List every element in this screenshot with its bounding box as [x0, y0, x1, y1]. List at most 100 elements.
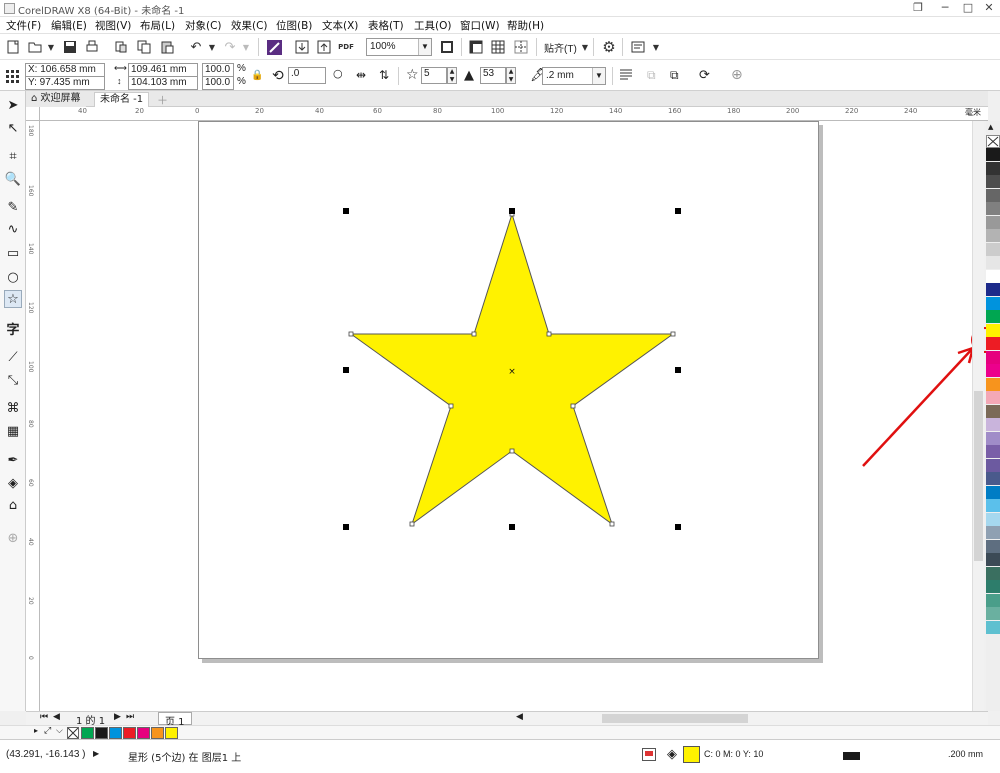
palette-swatch[interactable] [986, 526, 1000, 539]
palette-swatch[interactable] [986, 323, 1000, 337]
rotation-angle-field[interactable]: .0 [288, 67, 326, 84]
object-origin-icon[interactable] [5, 69, 19, 83]
menu-tools[interactable]: 工具(O) [414, 18, 451, 33]
freehand-tool-icon[interactable]: ✎ [4, 198, 22, 216]
width-field[interactable]: 109.461 mm [128, 63, 198, 77]
scrollbar-thumb[interactable] [974, 391, 983, 561]
document-palette-swatch[interactable] [81, 727, 94, 739]
text-wrap-icon[interactable] [619, 68, 633, 85]
palette-swatch[interactable] [986, 242, 1000, 256]
close-button[interactable]: ✕ [977, 0, 1000, 16]
palette-swatch[interactable] [986, 364, 1000, 377]
smart-fill-icon[interactable]: ⌂ [4, 496, 22, 514]
menu-object[interactable]: 对象(C) [185, 18, 222, 33]
combine-icon[interactable]: ⧉ [647, 68, 656, 83]
document-palette-swatch[interactable] [165, 727, 178, 739]
lock-ratio-icon[interactable]: 🔒 [251, 70, 263, 81]
shape-tool-icon[interactable]: ↖ [4, 119, 22, 137]
document-palette-swatch[interactable] [95, 727, 108, 739]
palette-swatch[interactable] [986, 391, 1000, 404]
palette-swatch[interactable] [986, 229, 1000, 242]
full-screen-icon[interactable] [439, 39, 455, 55]
open-folder-icon[interactable] [27, 39, 43, 55]
palette-swatch[interactable] [986, 485, 1000, 499]
selection-handle-top[interactable] [509, 208, 515, 214]
horizontal-scrollbar-thumb[interactable] [602, 714, 748, 723]
next-page-icon[interactable]: ▶ [114, 712, 121, 722]
palette-swatch[interactable] [986, 418, 1000, 431]
palette-swatch[interactable] [986, 458, 1000, 472]
zoom-tool-icon[interactable]: 🔍 [4, 170, 22, 188]
intersect-icon[interactable]: ⧉ [670, 68, 679, 83]
copy-icon[interactable] [136, 39, 152, 55]
height-field[interactable]: 104.103 mm [128, 76, 198, 90]
horizontal-ruler[interactable]: 毫米 40 20 0 20 40 60 80 100 120 140 160 180 200 220 240 [40, 107, 988, 121]
mirror-vertical-icon[interactable]: ⇅ [379, 68, 389, 82]
publish-pdf-icon[interactable]: PDF [338, 39, 354, 55]
outline-width-select[interactable]: .2 mm ▼ [542, 67, 606, 85]
palette-swatch[interactable] [986, 580, 1000, 593]
palette-swatch[interactable] [986, 620, 1000, 634]
eyedropper-icon[interactable]: ✒ [4, 451, 22, 469]
print-icon[interactable] [84, 39, 100, 55]
selection-handle-bottom[interactable] [509, 524, 515, 530]
interactive-fill-icon[interactable]: ◈ [4, 474, 22, 492]
scale-x-field[interactable]: 100.0 [202, 63, 234, 77]
first-page-icon[interactable]: ⏮ [40, 712, 48, 722]
page-tab[interactable]: 页 1 [158, 712, 192, 728]
new-tab-icon[interactable]: ＋ [157, 92, 168, 108]
status-arrow-icon[interactable]: ▶ [93, 749, 99, 758]
fill-bucket-icon[interactable]: ◈ [667, 747, 677, 762]
palette-swatch[interactable] [986, 296, 1000, 310]
selection-handle-bottom-left[interactable] [343, 524, 349, 530]
palette-swatch[interactable] [986, 256, 1000, 269]
fill-color-swatch[interactable] [683, 746, 700, 763]
scale-y-field[interactable]: 100.0 [202, 76, 234, 90]
vertical-scrollbar[interactable] [972, 121, 984, 711]
palette-swatch[interactable] [986, 148, 1000, 161]
palette-swatch[interactable] [986, 377, 1000, 391]
palette-swatch[interactable] [986, 539, 1000, 553]
add-tool-icon[interactable]: ⊕ [4, 529, 22, 547]
launcher-dropdown-icon[interactable]: ▼ [648, 39, 664, 55]
palette-swatch[interactable] [986, 188, 1000, 202]
import-icon[interactable] [294, 39, 310, 55]
redo-icon[interactable]: ↷ [222, 39, 238, 55]
undo-icon[interactable]: ↶ [188, 39, 204, 55]
palette-swatch[interactable] [986, 283, 1000, 296]
sharpness-field[interactable]: 53 [480, 67, 506, 84]
selection-handle-left[interactable] [343, 367, 349, 373]
snap-dropdown-icon[interactable]: ▼ [577, 39, 593, 55]
points-spinner-icon[interactable]: ▲ ▼ [447, 67, 457, 84]
sharpness-spinner-icon[interactable]: ▲ ▼ [506, 67, 516, 84]
palette-swatch[interactable] [986, 310, 1000, 323]
redo-dropdown-icon[interactable]: ▼ [238, 39, 254, 55]
selection-handle-top-left[interactable] [343, 208, 349, 214]
previous-page-icon[interactable]: ◀ [53, 712, 60, 722]
show-grid-icon[interactable] [490, 39, 506, 55]
connector-tool-icon[interactable]: ⤡ [4, 371, 22, 389]
paste-icon[interactable] [159, 39, 175, 55]
palette-swatch[interactable] [986, 499, 1000, 512]
menu-text[interactable]: 文本(X) [322, 18, 358, 33]
text-tool-icon[interactable]: 字 [4, 319, 22, 338]
palette-swatch[interactable] [986, 566, 1000, 580]
snap-to-label[interactable]: 贴齐(T) [544, 40, 577, 55]
color-proof-icon[interactable] [642, 748, 656, 761]
search-content-icon[interactable] [266, 39, 282, 55]
eyedropper-icon[interactable]: ⤢ [44, 726, 51, 736]
tab-welcome[interactable]: ⌂ 欢迎屏幕 [26, 92, 86, 107]
transparency-tool-icon[interactable]: ▦ [4, 422, 22, 440]
palette-swatch[interactable] [986, 404, 1000, 418]
palette-arrow-icon[interactable]: ▸ [34, 726, 38, 735]
palette-swatch[interactable] [986, 431, 1000, 445]
tab-document[interactable]: 未命名 -1 [94, 92, 150, 107]
palette-swatch[interactable] [986, 161, 1000, 175]
palette-scroll-up-icon[interactable]: ▲ [988, 123, 993, 131]
minimize-button[interactable]: ─ [933, 0, 957, 16]
mirror-horizontal-icon[interactable]: ⇹ [356, 68, 366, 82]
crop-tool-icon[interactable]: ⌗ [4, 147, 22, 165]
palette-swatch[interactable] [986, 337, 1000, 350]
palette-swatch[interactable] [986, 269, 1000, 283]
palette-swatch[interactable] [986, 175, 1000, 188]
